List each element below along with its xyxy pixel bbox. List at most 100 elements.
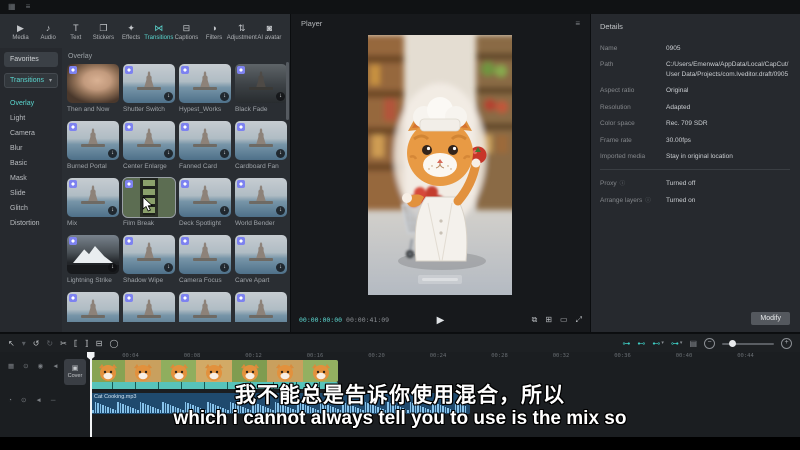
undo-icon[interactable]: ↺ — [33, 340, 40, 348]
download-icon[interactable]: ↓ — [276, 149, 285, 158]
transition-thumbnail[interactable]: ↓ — [123, 64, 175, 103]
transition-thumbnail[interactable]: ↓ — [179, 235, 231, 274]
delete-left-icon[interactable]: ⟦ — [74, 340, 78, 348]
snap-frame-icon[interactable]: ⊞ — [545, 315, 552, 325]
category-basic[interactable]: Basic — [0, 156, 62, 171]
snap-toggle-icon[interactable]: ⊶▾ — [671, 340, 683, 348]
ruler-label: 00:32 — [553, 353, 570, 359]
transition-thumbnail[interactable]: ↓ — [123, 235, 175, 274]
category-blur[interactable]: Blur — [0, 141, 62, 156]
transition-thumbnail[interactable]: ↓ — [179, 64, 231, 103]
timeline-zoom-slider[interactable] — [722, 343, 774, 345]
player-menu-icon[interactable]: ≡ — [575, 19, 580, 28]
menu-icon[interactable]: ≡ — [26, 0, 31, 14]
category-overlay[interactable]: Overlay — [0, 96, 62, 111]
tab-label: Captions — [175, 35, 199, 41]
transitions-dropdown-button[interactable]: Transitions ▾ — [4, 73, 58, 88]
download-icon[interactable]: ↓ — [108, 206, 117, 215]
tab-effects[interactable]: ✦Effects — [118, 16, 145, 48]
download-icon[interactable]: ↓ — [164, 263, 173, 272]
download-icon[interactable]: ↓ — [220, 149, 229, 158]
app-logo-icon[interactable]: ▦ — [8, 0, 16, 14]
transition-thumbnail[interactable] — [123, 292, 175, 322]
category-mask[interactable]: Mask — [0, 171, 62, 186]
download-icon[interactable]: ↓ — [276, 92, 285, 101]
tab-text[interactable]: TText — [62, 16, 89, 48]
select-tool-caret-icon[interactable]: ▾ — [22, 340, 26, 348]
tab-adjustment[interactable]: ⇅Adjustment — [228, 16, 255, 48]
tab-captions[interactable]: ⊟Captions — [173, 16, 200, 48]
download-icon[interactable]: ↓ — [220, 263, 229, 272]
transition-thumbnail[interactable] — [123, 178, 175, 217]
play-button[interactable]: ▶ — [437, 315, 445, 326]
grid-scrollbar[interactable] — [286, 62, 289, 120]
magnetic-toggle-icon[interactable]: ⊶ — [622, 340, 630, 348]
cover-image-icon: ▣ — [72, 365, 79, 372]
subtitle-chinese: 我不能总是告诉你使用混合，所以 — [0, 379, 800, 409]
tab-transitions[interactable]: ⋈Transitions — [145, 16, 172, 48]
transition-thumbnail[interactable]: ↓ — [123, 121, 175, 160]
category-distortion[interactable]: Distortion — [0, 216, 62, 231]
redo-icon[interactable]: ↻ — [46, 340, 53, 348]
zoom-slider-knob[interactable] — [729, 340, 736, 347]
download-icon[interactable]: ↓ — [220, 206, 229, 215]
download-icon[interactable]: ↓ — [108, 263, 117, 272]
download-icon[interactable]: ↓ — [276, 263, 285, 272]
modify-button[interactable]: Modify — [751, 312, 790, 325]
transition-thumbnail[interactable]: ↓ — [67, 178, 119, 217]
preview-axis-toggle-icon[interactable]: ⊷▾ — [652, 340, 664, 348]
mute-icon[interactable]: ◄ — [52, 364, 58, 371]
track-thumbnail-icon[interactable]: ▦ — [8, 364, 14, 371]
transition-thumbnail[interactable]: ↓ — [179, 121, 231, 160]
tab-ai-avatar[interactable]: ◙AI avatar — [256, 16, 283, 48]
category-camera[interactable]: Camera — [0, 126, 62, 141]
tab-media[interactable]: ▶Media — [7, 16, 34, 48]
video-preview[interactable] — [368, 35, 512, 295]
transition-thumbnail[interactable] — [179, 292, 231, 322]
category-light[interactable]: Light — [0, 111, 62, 126]
download-icon[interactable]: ↓ — [164, 92, 173, 101]
download-icon[interactable]: ↓ — [220, 92, 229, 101]
mirror-icon[interactable]: ⧉ — [532, 315, 538, 325]
download-icon[interactable]: ↓ — [276, 206, 285, 215]
link-toggle-icon[interactable]: ⊷ — [637, 340, 645, 348]
freeze-icon[interactable]: ◯ — [109, 340, 118, 348]
ratio-icon[interactable]: ▭ — [560, 315, 568, 325]
tab-stickers[interactable]: ❐Stickers — [90, 16, 117, 48]
transition-thumbnail[interactable] — [235, 292, 287, 322]
zoom-in-icon[interactable]: + — [781, 338, 792, 349]
hide-icon[interactable]: ◉ — [38, 364, 44, 371]
transition-thumbnail[interactable] — [67, 292, 119, 322]
transition-thumbnail[interactable] — [67, 64, 119, 103]
transition-thumbnail[interactable]: ↓ — [179, 178, 231, 217]
tab-label: Effects — [122, 35, 140, 41]
tab-audio[interactable]: ♪Audio — [35, 16, 62, 48]
fullscreen-icon[interactable]: ⤢ — [576, 315, 582, 325]
select-tool-icon[interactable]: ↖ — [8, 340, 15, 348]
details-value: Stay in original location — [666, 152, 790, 161]
vip-badge-icon — [181, 66, 189, 74]
tab-label: Text — [70, 35, 81, 41]
delete-right-icon[interactable]: ⟧ — [85, 340, 89, 348]
preview-quality-icon[interactable]: ▤ — [689, 339, 697, 348]
category-list: OverlayLightCameraBlurBasicMaskSlideGlit… — [0, 96, 62, 231]
transition-thumbnail[interactable]: ↓ — [67, 121, 119, 160]
category-glitch[interactable]: Glitch — [0, 201, 62, 216]
download-icon[interactable]: ↓ — [108, 149, 117, 158]
vip-badge-icon — [125, 294, 133, 302]
transition-thumbnail[interactable]: ↓ — [235, 121, 287, 160]
split-icon[interactable]: ✂ — [60, 340, 67, 348]
transition-thumbnail[interactable]: ↓ — [235, 178, 287, 217]
download-icon[interactable]: ↓ — [164, 149, 173, 158]
category-slide[interactable]: Slide — [0, 186, 62, 201]
favorites-button[interactable]: Favorites — [4, 52, 58, 67]
transition-thumbnail[interactable]: ↓ — [235, 235, 287, 274]
transition-thumbnail[interactable]: ↓ — [235, 64, 287, 103]
zoom-out-icon[interactable]: − — [704, 338, 715, 349]
transition-thumbnail[interactable]: ↓ — [67, 235, 119, 274]
tab-filters[interactable]: ◑Filters — [201, 16, 228, 48]
lock-icon[interactable]: ⊙ — [23, 364, 28, 371]
vip-badge-icon — [69, 123, 77, 131]
delete-icon[interactable]: ⊟ — [96, 340, 103, 348]
details-row-resolution: ResolutionAdapted — [600, 103, 790, 112]
